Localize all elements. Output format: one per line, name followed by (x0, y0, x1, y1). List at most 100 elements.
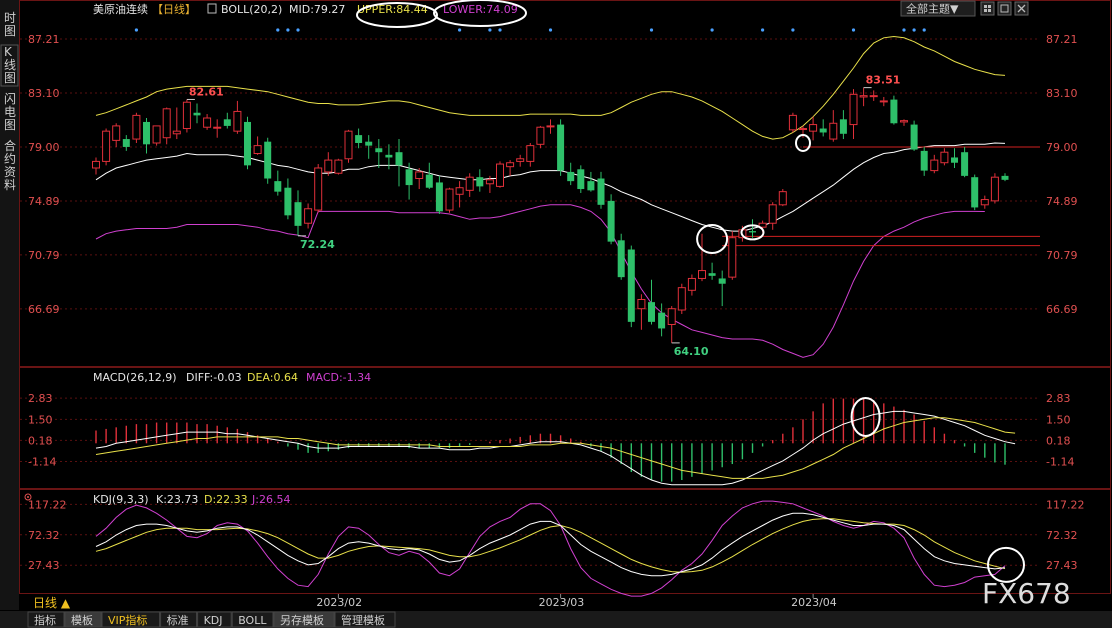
low-label: 64.10 (674, 345, 709, 358)
candle-body (1001, 175, 1009, 180)
side-tab-0-char: 图 (4, 24, 16, 38)
candle-body (415, 171, 424, 180)
candle-body (546, 125, 555, 128)
theme-button-label: 全部主题▼ (906, 2, 959, 16)
price-tick-label-left: 79.00 (28, 141, 60, 154)
candle-body (819, 128, 827, 133)
candle-body (910, 124, 918, 150)
toolbar-tab-label: 指标 (34, 613, 56, 627)
price-tick-label-right: 70.79 (1046, 249, 1078, 262)
candle-body (435, 182, 443, 212)
candle-body (122, 139, 130, 147)
date-label: 2023/03 (539, 596, 585, 609)
price-panel-frame (19, 0, 1111, 367)
candle-body (172, 130, 181, 135)
candle-body (667, 308, 676, 325)
candle-body (778, 191, 787, 206)
macd-tick-label-right: 1.50 (1046, 413, 1071, 426)
candle-body (365, 141, 373, 146)
period-button[interactable]: 日线 ▲ (33, 596, 71, 610)
candle-body (577, 169, 585, 190)
candle-body (233, 110, 242, 132)
kdj-k-readout: K:23.73 (156, 493, 198, 506)
side-tab-3-char: 合 (4, 138, 16, 153)
candle-body (344, 130, 353, 160)
low-label: 72.24 (300, 238, 335, 251)
price-tick-label-left: 70.79 (28, 249, 60, 262)
candle-body (890, 99, 898, 124)
toolbar-tabs: 指标 模板 VIP指标 标准 KDJ BOLL 另存模板 管理模板 (27, 611, 396, 628)
candle-body (143, 121, 150, 145)
candle-body (587, 181, 595, 191)
boll-lower-line (95, 204, 985, 358)
boll-mid-line (95, 142, 1006, 232)
signal-dot (851, 28, 856, 32)
candle-body (728, 237, 737, 278)
price-tick-label-left: 74.89 (28, 195, 60, 208)
candle-body (879, 100, 888, 103)
candle-body (900, 120, 908, 123)
toolbar-tab-label: VIP指标 (108, 613, 147, 627)
chart-canvas: 时图K线图闪电图合约资料 82.6172.2464.1083.51 87.21 8… (0, 0, 1112, 628)
side-tab-3-char: 约 (4, 151, 16, 166)
toolbar-tab-label: KDJ (204, 614, 223, 627)
candle-body (930, 159, 939, 172)
candle-body (516, 158, 525, 162)
signal-dot (791, 28, 795, 32)
side-tab-2-char: 电 (4, 105, 16, 119)
candle-body (92, 160, 100, 169)
candle-body (869, 95, 878, 98)
candle-body (799, 128, 807, 131)
macd-tick-label-right: 0.18 (1046, 434, 1071, 447)
period-tag: 【日线】 (152, 2, 196, 16)
candle-body (951, 157, 958, 163)
signal-dot (488, 28, 492, 32)
candle-body (102, 130, 111, 162)
kdj-j-line (95, 500, 1006, 597)
candle-body (961, 152, 969, 176)
toolbar-tab-label: 标准 (167, 613, 189, 627)
price-axis: 87.21 87.21 83.10 83.10 79.00 79.00 74.89 74.89… (28, 33, 1078, 316)
toolbar-tab-label: 另存模板 (280, 613, 324, 627)
watermark: FX678 (982, 577, 1071, 610)
high-label: 83.51 (866, 74, 901, 87)
side-tab-1-char: K (4, 45, 13, 59)
signal-dot (458, 28, 462, 32)
signal-dot (498, 28, 502, 32)
macd-header: MACD(26,12,9) DIFF:-0.03 DEA:0.64 MACD:-… (93, 371, 371, 384)
price-tick-label-right: 79.00 (1046, 141, 1078, 154)
price-tick-label-left: 87.21 (28, 33, 60, 46)
macd-panel-frame (19, 367, 1111, 489)
candle-body (132, 114, 141, 140)
indicator-settings-icon[interactable] (207, 3, 217, 14)
candle-body (193, 112, 201, 116)
candle-body (485, 179, 494, 185)
grid-icon[interactable] (980, 1, 995, 16)
macd-tick-label-left: 0.18 (28, 434, 53, 447)
price-tick-label-right: 74.89 (1046, 195, 1078, 208)
macd-diff-line (95, 410, 1016, 486)
period-selector: 日线 ▲ (33, 596, 71, 610)
candle-body (182, 101, 191, 130)
macd-axis: 2.83 2.83 1.50 1.50 0.18 0.18 -1.14 -1.14 (28, 392, 1074, 468)
macd-tick-label-left: 2.83 (28, 392, 53, 405)
candle-body (445, 188, 454, 211)
candle-body (203, 117, 212, 128)
candle-body (314, 167, 323, 211)
candle-body (597, 178, 605, 205)
candle-body (698, 270, 706, 279)
candle-body (334, 159, 343, 174)
toolbar-tab-label: 管理模板 (341, 613, 385, 627)
candle-body (496, 163, 504, 187)
price-tick-label-right: 87.21 (1046, 33, 1078, 46)
signal-dot (922, 28, 926, 32)
signal-dot (276, 28, 280, 32)
candle-body (405, 169, 413, 186)
window-icon[interactable] (997, 1, 1012, 16)
candle-body (990, 176, 999, 202)
candle-body (648, 302, 655, 322)
signal-dot (761, 28, 765, 32)
candle-body (162, 108, 171, 139)
candle-body (768, 204, 777, 224)
side-tab-0-char: 时 (4, 11, 16, 25)
